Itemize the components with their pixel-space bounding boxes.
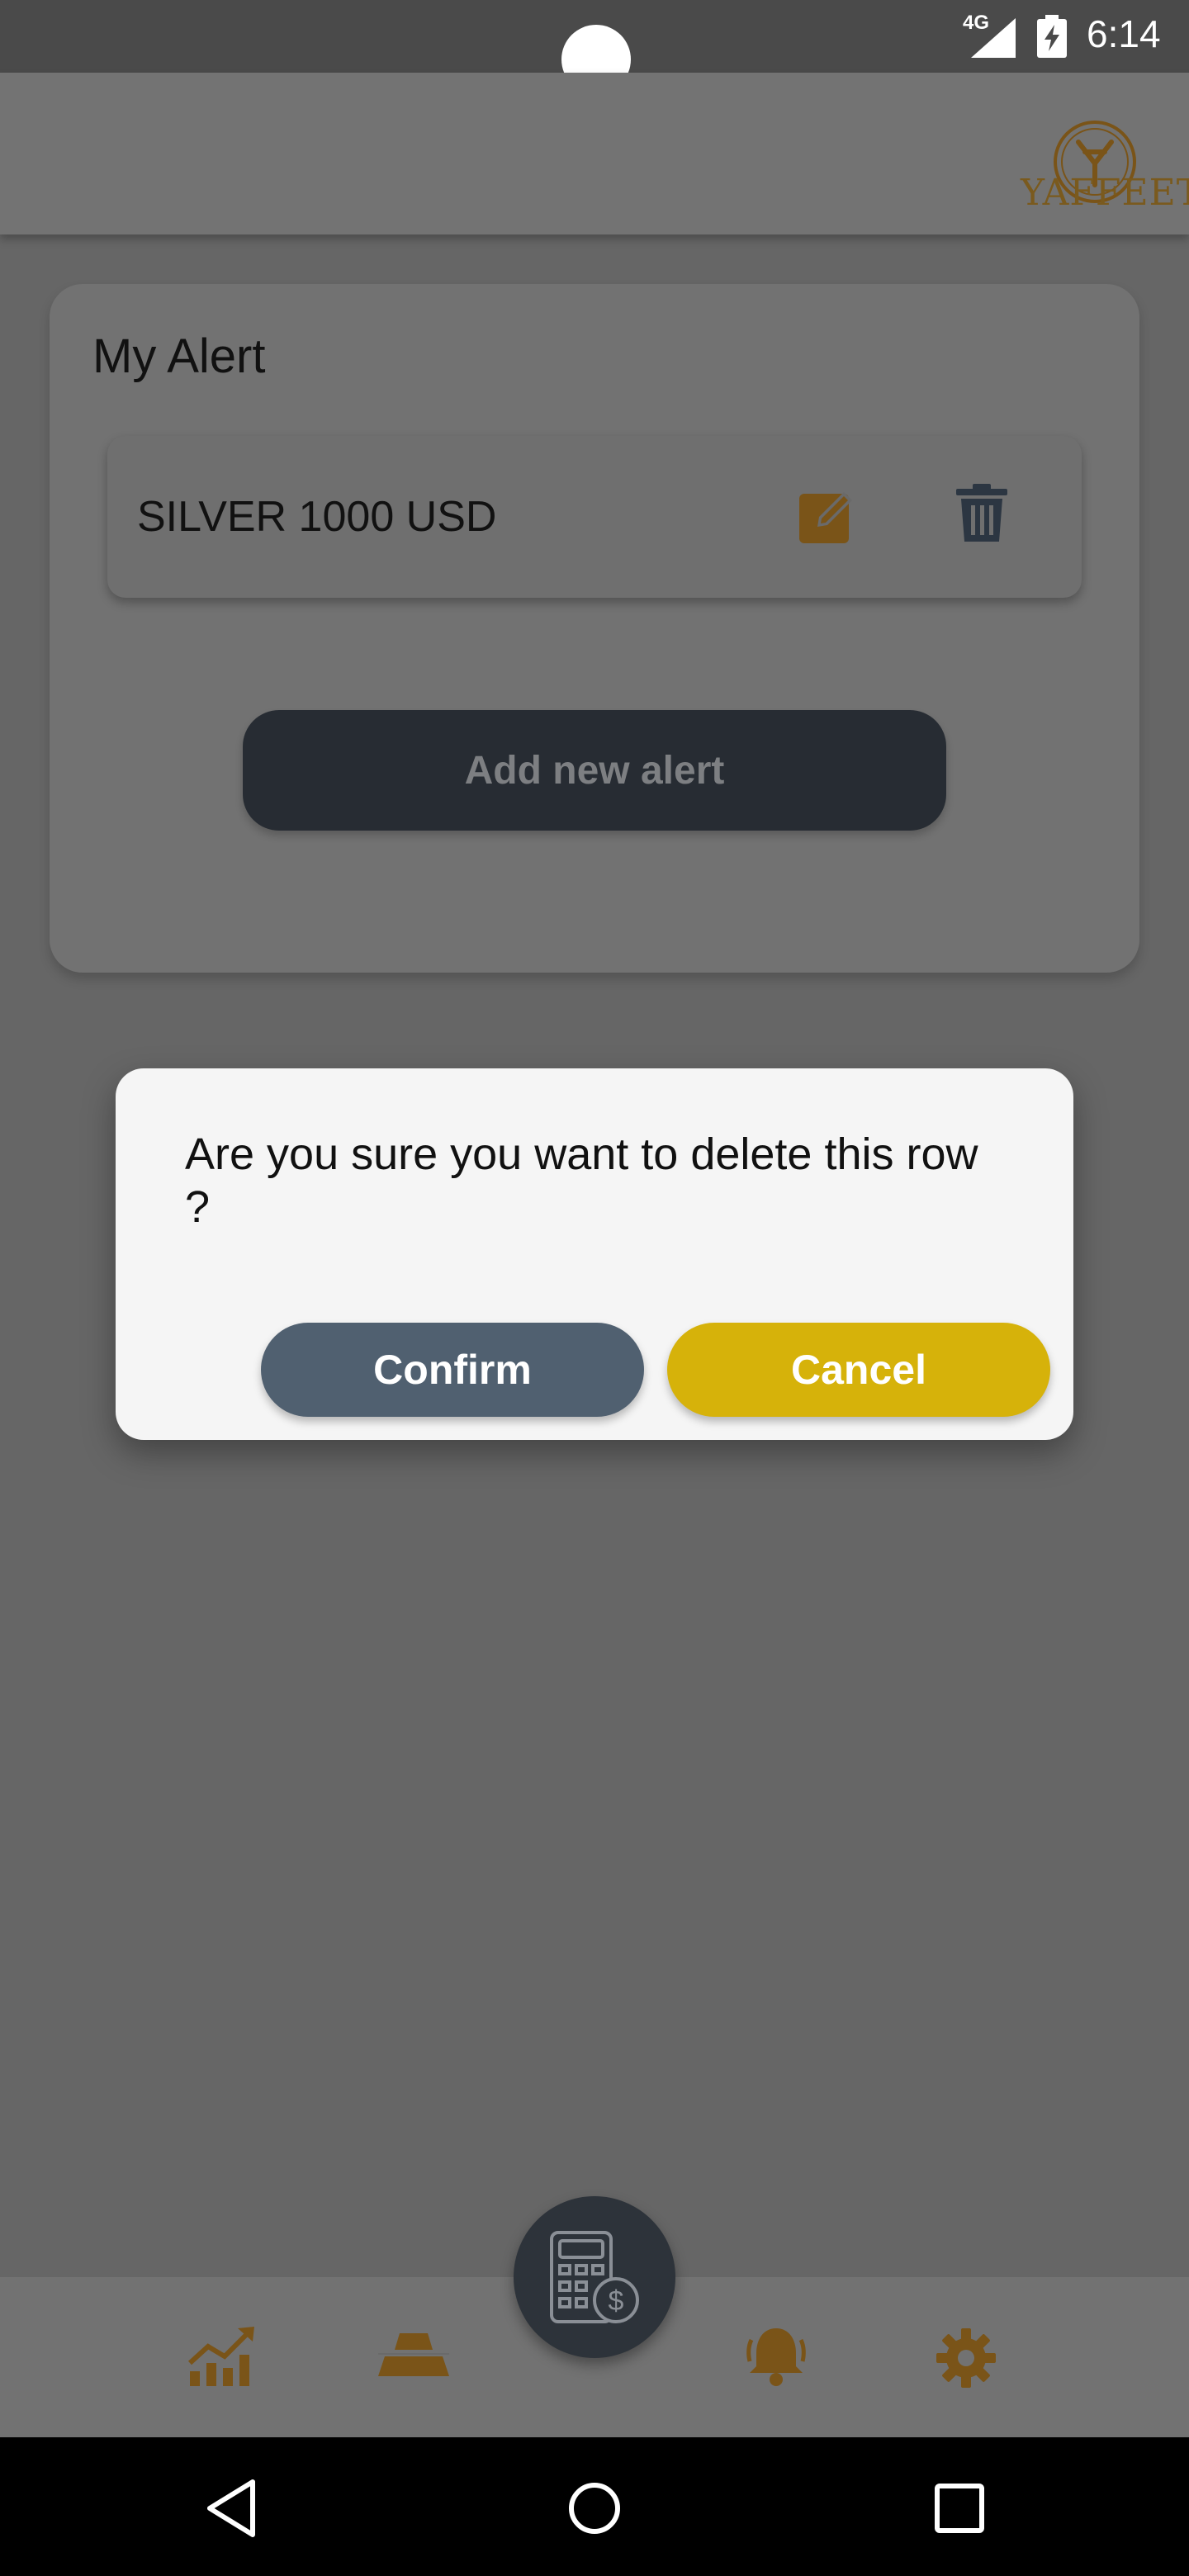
edit-icon[interactable] [796,484,859,547]
signal-icon [971,18,1016,58]
recents-icon[interactable] [933,2482,986,2535]
svg-text:$: $ [609,2285,624,2317]
gold-bars-icon[interactable] [378,2332,449,2378]
battery-charging-icon [1037,15,1067,58]
home-icon[interactable] [566,2480,623,2536]
status-time: 6:14 [1087,12,1161,55]
add-new-alert-button[interactable]: Add new alert [243,710,946,831]
dialog-message: Are you sure you want to delete this row… [185,1129,978,1232]
app-bar [0,73,1189,234]
gear-icon[interactable] [936,2328,996,2388]
alerts-card [50,284,1139,973]
delete-icon[interactable] [955,484,1009,543]
chart-up-icon[interactable] [187,2325,258,2388]
alerts-title: My Alert [92,329,266,383]
alert-label: SILVER 1000 USD [137,493,497,541]
logo-text: YAFFEET [1021,172,1189,214]
cancel-button[interactable]: Cancel [667,1323,1050,1417]
back-icon[interactable] [203,2477,259,2540]
calculator-dollar-icon: $ [550,2231,639,2323]
confirm-button[interactable]: Confirm [261,1323,644,1417]
bell-icon[interactable] [743,2322,809,2388]
